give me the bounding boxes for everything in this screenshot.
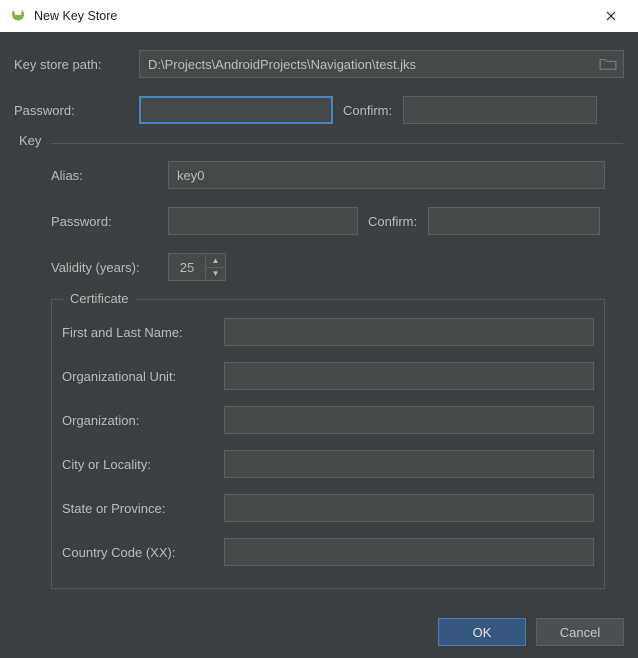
cert-first-last-input[interactable] — [224, 318, 594, 346]
title-bar: New Key Store — [0, 0, 638, 32]
cert-org-input[interactable] — [224, 406, 594, 434]
cert-city-input[interactable] — [224, 450, 594, 478]
cert-org-unit-label: Organizational Unit: — [62, 369, 224, 384]
keystore-path-field[interactable]: D:\Projects\AndroidProjects\Navigation\t… — [139, 50, 624, 78]
validity-down-arrow[interactable]: ▼ — [206, 267, 225, 281]
cert-country-label: Country Code (XX): — [62, 545, 224, 560]
alias-label: Alias: — [33, 168, 168, 183]
cert-state-label: State or Province: — [62, 501, 224, 516]
key-group: Key Alias: Password: Confirm: Validity (… — [14, 142, 624, 596]
keystore-path-value: D:\Projects\AndroidProjects\Navigation\t… — [148, 57, 599, 72]
cancel-button[interactable]: Cancel — [536, 618, 624, 646]
window-close-button[interactable] — [590, 0, 632, 32]
dialog-panel: Key store path: D:\Projects\AndroidProje… — [0, 32, 638, 658]
close-icon — [606, 11, 616, 21]
keystore-path-row: Key store path: D:\Projects\AndroidProje… — [14, 50, 624, 78]
certificate-group-label: Certificate — [64, 291, 135, 306]
app-icon — [10, 8, 26, 24]
key-password-label: Password: — [33, 214, 168, 229]
key-confirm-input[interactable] — [428, 207, 600, 235]
validity-row: Validity (years): 25 ▲ ▼ — [33, 253, 605, 281]
key-confirm-label: Confirm: — [358, 214, 428, 229]
keystore-password-input[interactable] — [139, 96, 333, 124]
keystore-path-label: Key store path: — [14, 57, 139, 72]
cert-org-row: Organization: — [62, 406, 594, 434]
key-group-label: Key — [13, 133, 47, 148]
keystore-confirm-input[interactable] — [403, 96, 597, 124]
cert-first-last-label: First and Last Name: — [62, 325, 224, 340]
validity-up-arrow[interactable]: ▲ — [206, 254, 225, 267]
certificate-group: Certificate First and Last Name: Organiz… — [51, 299, 605, 589]
cert-state-row: State or Province: — [62, 494, 594, 522]
keystore-password-row: Password: Confirm: — [14, 96, 624, 124]
cert-first-last-row: First and Last Name: — [62, 318, 594, 346]
cert-org-label: Organization: — [62, 413, 224, 428]
key-password-row: Password: Confirm: — [33, 207, 605, 235]
validity-value: 25 — [169, 260, 205, 275]
validity-label: Validity (years): — [33, 260, 168, 275]
ok-button[interactable]: OK — [438, 618, 526, 646]
alias-row: Alias: — [33, 161, 605, 189]
dialog-buttons: OK Cancel — [438, 618, 624, 646]
key-group-rule — [51, 143, 623, 144]
keystore-password-label: Password: — [14, 103, 139, 118]
cert-country-input[interactable] — [224, 538, 594, 566]
cert-city-label: City or Locality: — [62, 457, 224, 472]
cert-org-unit-row: Organizational Unit: — [62, 362, 594, 390]
validity-spinner[interactable]: 25 ▲ ▼ — [168, 253, 226, 281]
browse-folder-icon[interactable] — [599, 57, 617, 71]
validity-arrows: ▲ ▼ — [205, 254, 225, 280]
cert-org-unit-input[interactable] — [224, 362, 594, 390]
cert-country-row: Country Code (XX): — [62, 538, 594, 566]
window-title: New Key Store — [34, 9, 117, 23]
cert-city-row: City or Locality: — [62, 450, 594, 478]
key-password-input[interactable] — [168, 207, 358, 235]
keystore-confirm-label: Confirm: — [333, 103, 403, 118]
alias-input[interactable] — [168, 161, 605, 189]
cert-state-input[interactable] — [224, 494, 594, 522]
